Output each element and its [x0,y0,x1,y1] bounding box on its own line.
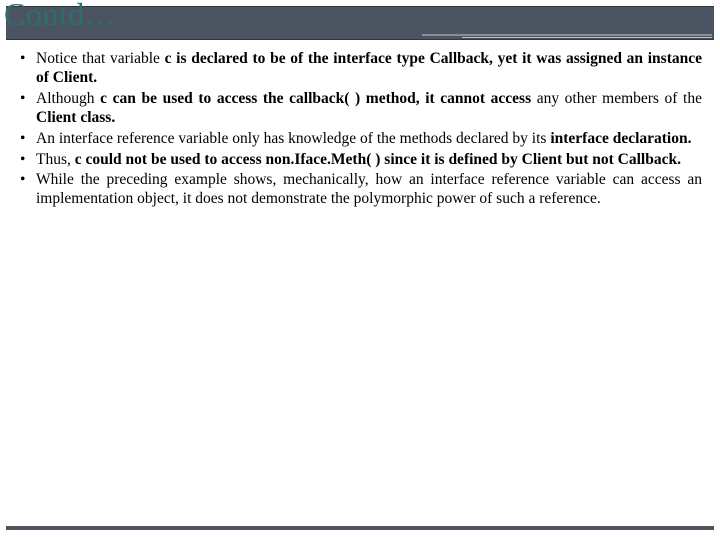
bullet-bold: Client class. [36,109,115,126]
footer-rule [6,526,714,530]
bullet-bold: interface declaration. [550,130,691,147]
bullet-text: An interface reference variable only has… [36,130,550,147]
list-item: An interface reference variable only has… [18,130,702,149]
title-rule-inner [462,37,712,38]
list-item: While the preceding example shows, mecha… [18,171,702,209]
list-item: Notice that variable c is declared to be… [18,50,702,88]
bullet-text: Although [36,90,100,107]
bullet-bold: c can be used to access the callback( ) … [100,90,531,107]
slide: Contd… Notice that variable c is declare… [0,0,720,540]
bullet-text: Thus, [36,151,75,168]
list-item: Although c can be used to access the cal… [18,90,702,128]
bullet-text: While the preceding example shows, mecha… [36,171,702,207]
bullet-text: any other members of the [531,90,702,107]
bullet-bold: c could not be used to access non.Iface.… [75,151,681,168]
bullet-text: Notice that variable [36,50,165,67]
bullet-list: Notice that variable c is declared to be… [18,50,702,209]
title-rule [422,34,712,36]
content-area: Notice that variable c is declared to be… [18,50,702,211]
slide-title: Contd… [4,0,117,33]
list-item: Thus, c could not be used to access non.… [18,151,702,170]
